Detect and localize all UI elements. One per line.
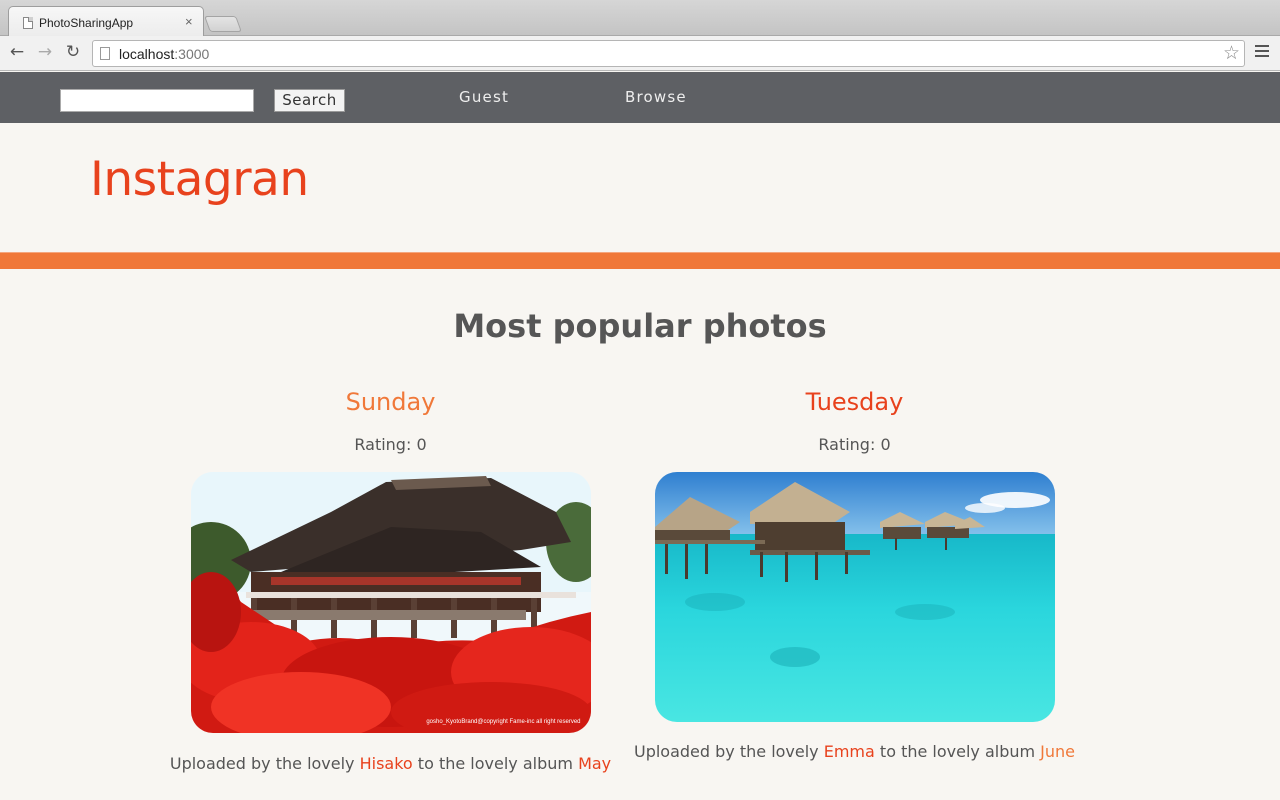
url-text: localhost:3000: [119, 46, 209, 62]
new-tab-button[interactable]: [204, 16, 242, 32]
caption-middle: to the lovely album: [874, 742, 1041, 761]
page-icon: [100, 47, 110, 60]
nav-link-browse[interactable]: Browse: [625, 88, 687, 106]
browser-tab[interactable]: PhotoSharingApp ×: [8, 6, 204, 37]
album-link[interactable]: May: [578, 754, 611, 773]
reload-icon[interactable]: ↻: [62, 41, 84, 63]
photo-title[interactable]: Sunday: [158, 384, 623, 420]
photo-overwater-bungalows[interactable]: [654, 472, 1055, 722]
photo-title[interactable]: Tuesday: [622, 384, 1087, 420]
header-divider: [0, 252, 1280, 269]
site-navbar: Search Guest Browse: [0, 72, 1280, 123]
search-button[interactable]: Search: [274, 89, 345, 112]
forward-arrow-icon[interactable]: →: [34, 41, 56, 63]
url-port: :3000: [174, 46, 210, 62]
temple-photo-image: [190, 472, 591, 733]
address-bar[interactable]: localhost:3000 ☆: [92, 40, 1245, 67]
uploader-link[interactable]: Emma: [824, 742, 875, 761]
url-host: localhost: [119, 46, 175, 62]
browser-menu-icon[interactable]: [1255, 45, 1269, 59]
nav-link-guest[interactable]: Guest: [459, 88, 509, 106]
search-input[interactable]: [60, 89, 254, 112]
photo-card: Sunday Rating: 0 gosho_KyotoBrand@copyri…: [158, 384, 623, 775]
caption-middle: to the lovely album: [412, 754, 579, 773]
page-favicon-icon: [23, 17, 33, 29]
photo-caption: Uploaded by the lovely Emma to the lovel…: [622, 741, 1087, 763]
uploader-link[interactable]: Hisako: [360, 754, 413, 773]
caption-prefix: Uploaded by the lovely: [633, 742, 824, 761]
back-arrow-icon[interactable]: ←: [6, 41, 28, 63]
photo-card: Tuesday Rating: 0 Uploaded by the lovely…: [622, 384, 1087, 763]
photo-rating: Rating: 0: [354, 435, 427, 454]
site-logo[interactable]: Instagran: [90, 152, 309, 207]
page-title: Most popular photos: [453, 307, 827, 345]
album-link[interactable]: June: [1040, 742, 1075, 761]
bookmark-star-icon[interactable]: ☆: [1223, 42, 1240, 64]
browser-tab-bar: PhotoSharingApp ×: [0, 0, 1280, 37]
lagoon-photo-image: [654, 472, 1055, 722]
caption-prefix: Uploaded by the lovely: [169, 754, 360, 773]
tab-title: PhotoSharingApp: [39, 16, 134, 30]
photo-rating: Rating: 0: [818, 435, 891, 454]
photo-credit: gosho_KyotoBrand@copyright Fame-inc all …: [426, 719, 581, 725]
photo-kiyomizu-temple[interactable]: gosho_KyotoBrand@copyright Fame-inc all …: [190, 472, 591, 733]
close-tab-icon[interactable]: ×: [185, 14, 193, 29]
photo-caption: Uploaded by the lovely Hisako to the lov…: [158, 753, 623, 775]
browser-toolbar: ← → ↻ localhost:3000 ☆: [0, 36, 1280, 71]
